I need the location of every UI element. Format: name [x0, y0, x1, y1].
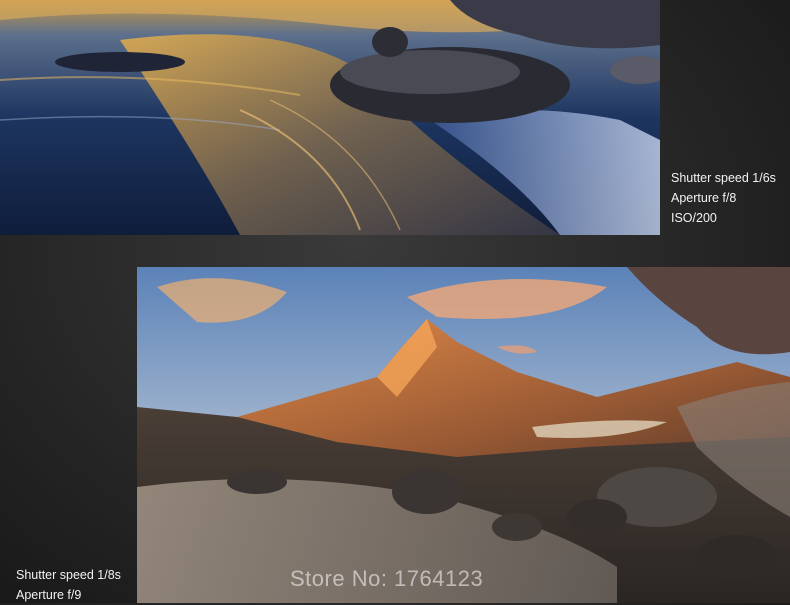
- photo1-shutter-speed: Shutter speed 1/6s: [671, 171, 776, 185]
- photo1-iso: ISO/200: [671, 211, 717, 225]
- beach-sunset-image: [0, 0, 660, 235]
- store-watermark: Store No: 1764123: [290, 566, 484, 591]
- beach-sunset-photo: [0, 0, 660, 235]
- photo2-aperture: Aperture f/9: [16, 588, 82, 602]
- mountain-river-image: [137, 267, 790, 603]
- photo2-caption: Shutter speed 1/8s Aperture f/9: [16, 565, 121, 605]
- mountain-river-photo: [137, 267, 790, 603]
- photo1-aperture: Aperture f/8: [671, 191, 737, 205]
- photo2-shutter-speed: Shutter speed 1/8s: [16, 568, 121, 582]
- photo1-caption: Shutter speed 1/6s Aperture f/8 ISO/200: [671, 168, 776, 228]
